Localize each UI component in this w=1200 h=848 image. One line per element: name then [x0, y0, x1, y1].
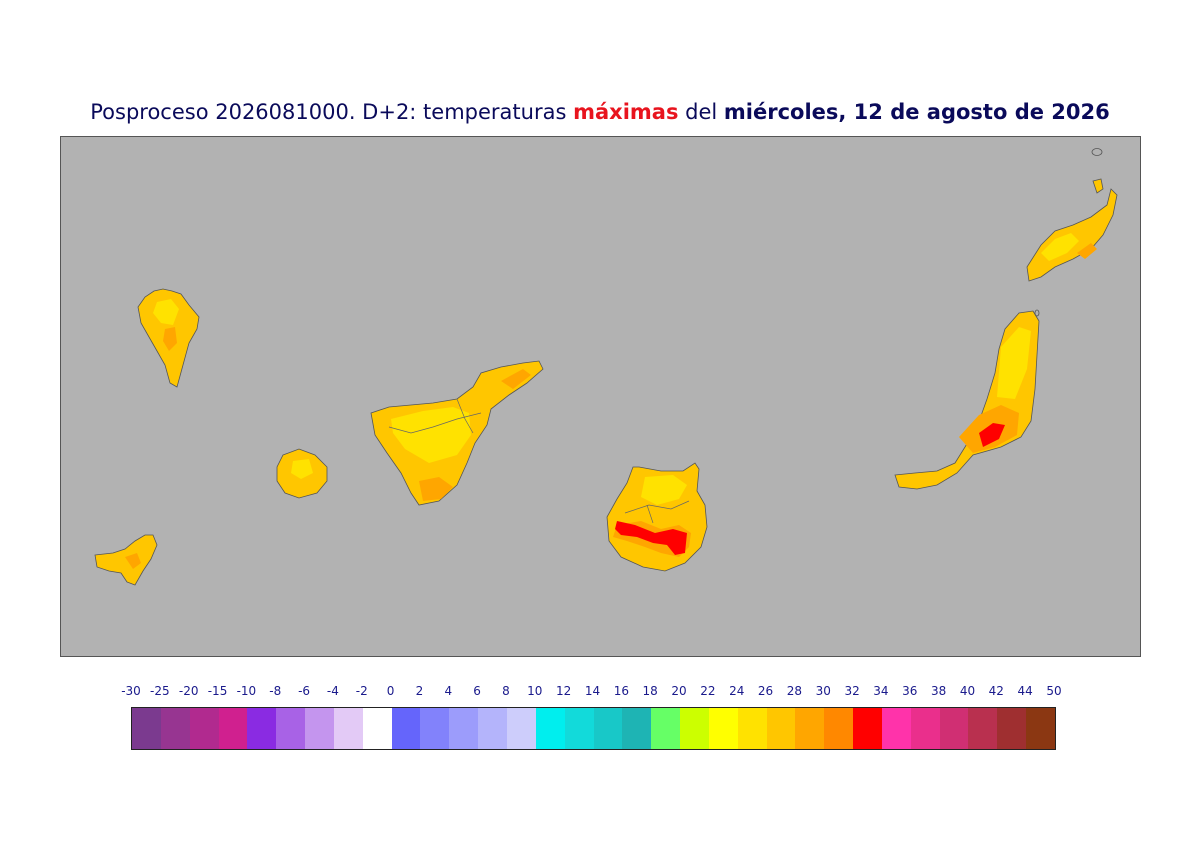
colorbar-swatch	[680, 708, 709, 749]
colorbar	[131, 707, 1056, 750]
colorbar-tick-label: 50	[1046, 684, 1062, 698]
colorbar-swatch	[535, 708, 565, 749]
map-area	[60, 136, 1141, 657]
colorbar-tick-label: 14	[584, 684, 601, 698]
colorbar-swatch	[160, 708, 190, 749]
colorbar-swatch	[737, 708, 767, 749]
island-lanzarote	[1026, 148, 1118, 317]
colorbar-swatch	[824, 708, 854, 749]
colorbar-tick-label: -2	[355, 684, 368, 698]
island-fuerteventura	[894, 310, 1040, 490]
colorbar-swatch	[449, 708, 479, 749]
title-prefix: Posproceso 2026081000. D+2: temperaturas	[90, 100, 574, 124]
colorbar-swatch	[391, 708, 421, 749]
colorbar-tick-label: -6	[298, 684, 311, 698]
colorbar-swatch	[362, 708, 392, 749]
colorbar-swatch	[968, 708, 998, 749]
colorbar-tick-label: 8	[502, 684, 510, 698]
colorbar-tick-label: 44	[1017, 684, 1033, 698]
colorbar-swatch	[795, 708, 825, 749]
island-la-palma	[137, 288, 200, 388]
map-title: Posproceso 2026081000. D+2: temperaturas…	[0, 100, 1200, 124]
colorbar-swatch	[766, 708, 796, 749]
island-la-gomera	[276, 448, 328, 499]
colorbar-tick-label: 34	[873, 684, 889, 698]
colorbar-tick-label: 36	[902, 684, 918, 698]
colorbar-swatch	[853, 708, 882, 749]
colorbar-swatch	[189, 708, 219, 749]
colorbar-tick-label: 0	[386, 684, 395, 698]
title-highlight: máximas	[573, 100, 679, 124]
title-date: miércoles, 12 de agosto de 2026	[723, 100, 1110, 124]
colorbar-swatch	[997, 708, 1027, 749]
island-el-hierro	[94, 534, 158, 586]
title-middle: del	[678, 100, 724, 124]
island-tenerife	[370, 360, 544, 506]
colorbar-tick-labels: -30 -25 -20 -15 -10 -8 -6 -4 -2 0 2 4 6 8 10 12 14 16 18 20…	[0, 684, 1200, 700]
colorbar-tick-label: 30	[815, 684, 831, 698]
colorbar-tick-label: -8	[269, 684, 282, 698]
colorbar-tick-label: 42	[988, 684, 1004, 698]
colorbar-swatch	[478, 708, 507, 749]
colorbar-swatch	[1026, 708, 1055, 749]
colorbar-tick-label: 26	[757, 684, 774, 698]
colorbar-tick-label: 40	[959, 684, 976, 698]
colorbar-tick-label: -15	[207, 684, 228, 698]
colorbar-tick-label: -4	[326, 684, 339, 698]
colorbar-tick-label: 28	[786, 684, 803, 698]
colorbar-swatch	[276, 708, 306, 749]
colorbar-tick-label: 2	[415, 684, 424, 698]
colorbar-swatch	[333, 708, 363, 749]
islands-map	[94, 148, 1118, 586]
colorbar-tick-label: 38	[930, 684, 947, 698]
colorbar-swatch	[622, 708, 652, 749]
colorbar-tick-label: 32	[844, 684, 860, 698]
colorbar-tick-label: -10	[236, 684, 257, 698]
colorbar-swatch	[305, 708, 334, 749]
colorbar-swatch	[939, 708, 969, 749]
colorbar-swatch	[881, 708, 911, 749]
colorbar-swatch	[708, 708, 738, 749]
colorbar-tick-label: 16	[613, 684, 629, 698]
colorbar-tick-label: 20	[671, 684, 687, 698]
colorbar-swatch	[506, 708, 536, 749]
colorbar-swatch	[593, 708, 623, 749]
island-gran-canaria	[606, 462, 708, 572]
colorbar-swatch	[132, 708, 161, 749]
colorbar-swatch	[910, 708, 940, 749]
colorbar-tick-label: -30	[121, 684, 141, 698]
colorbar-swatch	[218, 708, 248, 749]
colorbar-tick-label: -25	[150, 684, 170, 698]
colorbar-swatch	[564, 708, 594, 749]
colorbar-tick-label: -20	[178, 684, 199, 698]
colorbar-tick-label: 22	[700, 684, 716, 698]
colorbar-tick-label: 10	[527, 684, 543, 698]
colorbar-tick-label: 18	[642, 684, 658, 698]
colorbar-tick-label: 4	[444, 684, 453, 698]
colorbar-swatch	[420, 708, 450, 749]
colorbar-tick-label: 12	[556, 684, 572, 698]
colorbar-tick-label: 24	[729, 684, 745, 698]
colorbar-swatch	[247, 708, 277, 749]
colorbar-tick-label: 6	[473, 684, 481, 698]
colorbar-swatch	[651, 708, 681, 749]
